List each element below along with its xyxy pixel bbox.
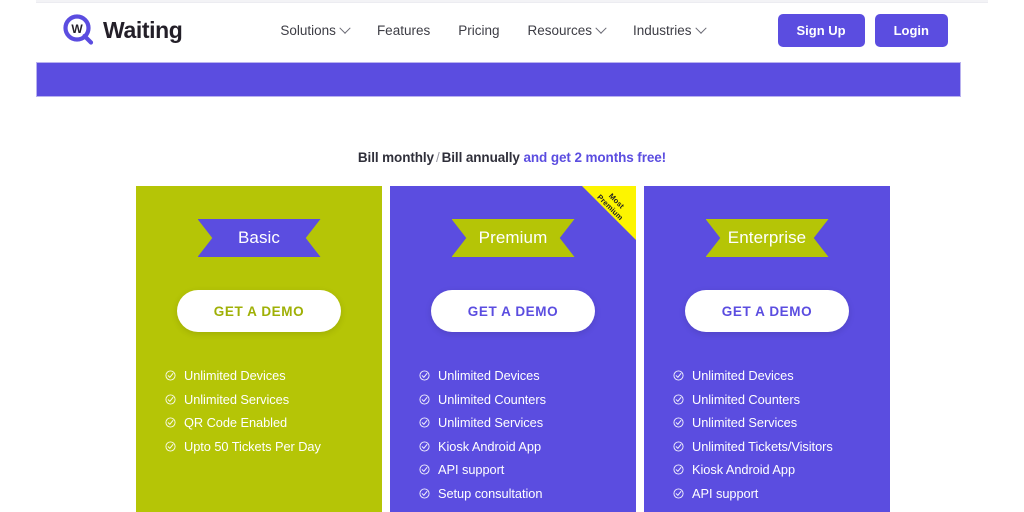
list-item: Upto 50 Tickets Per Day xyxy=(165,435,382,459)
brand-logo[interactable]: W Waiting xyxy=(62,14,183,47)
nav-label-resources: Resources xyxy=(527,23,593,38)
list-item: Unlimited Devices xyxy=(673,364,890,388)
list-item: API support xyxy=(673,482,890,506)
list-item: Kiosk Android App xyxy=(419,435,636,459)
check-circle-icon xyxy=(673,417,684,428)
check-circle-icon xyxy=(419,488,430,499)
badge-text-line1: Most xyxy=(607,191,627,211)
nav-item-resources[interactable]: Resources xyxy=(527,22,607,38)
plan-name-basic: Basic xyxy=(197,219,321,257)
feature-label: Unlimited Devices xyxy=(692,368,794,384)
nav-item-solutions[interactable]: Solutions xyxy=(280,22,351,38)
check-circle-icon xyxy=(165,370,176,381)
list-item: Unlimited Services xyxy=(165,388,382,412)
sign-up-button[interactable]: Sign Up xyxy=(777,14,865,47)
bill-monthly-option[interactable]: Bill monthly xyxy=(358,150,434,165)
plan-ribbon-wrap-basic: Basic xyxy=(136,219,382,257)
nav-label-industries: Industries xyxy=(633,23,692,38)
plan-ribbon-wrap-enterprise: Enterprise xyxy=(644,219,890,257)
list-item: Unlimited Counters xyxy=(419,388,636,412)
list-item: QR Code Enabled xyxy=(165,411,382,435)
billing-separator: / xyxy=(435,150,440,165)
list-item: Kiosk Android App xyxy=(673,458,890,482)
list-item: Unlimited Devices xyxy=(419,364,636,388)
feature-label: Unlimited Services xyxy=(184,391,290,407)
pricing-card-premium: Most Premium Premium GET A DEMO Unlimite… xyxy=(390,186,636,512)
check-circle-icon xyxy=(673,464,684,475)
feature-label: Unlimited Devices xyxy=(184,368,286,384)
login-button[interactable]: Login xyxy=(874,14,948,47)
bill-annually-option[interactable]: Bill annually xyxy=(442,150,520,165)
chevron-down-icon xyxy=(694,22,707,34)
site-header: W Waiting Solutions Features Pricing Res… xyxy=(36,4,988,57)
chevron-down-icon xyxy=(339,22,351,34)
check-circle-icon xyxy=(419,417,430,428)
list-item: Unlimited Tickets/Visitors xyxy=(673,435,890,459)
plan-name-premium: Premium xyxy=(451,219,575,257)
brand-name: Waiting xyxy=(103,17,183,43)
list-item: Unlimited Counters xyxy=(673,388,890,412)
feature-label: Unlimited Tickets/Visitors xyxy=(692,438,833,454)
auth-button-group: Sign Up Login xyxy=(777,14,948,47)
feature-label: Unlimited Services xyxy=(438,415,544,431)
check-circle-icon xyxy=(419,441,430,452)
check-circle-icon xyxy=(419,370,430,381)
pricing-page: W Waiting Solutions Features Pricing Res… xyxy=(0,0,1024,512)
svg-text:W: W xyxy=(71,22,83,36)
magnifier-w-icon: W xyxy=(62,14,95,47)
nav-item-pricing[interactable]: Pricing xyxy=(458,23,499,38)
check-circle-icon xyxy=(419,394,430,405)
feature-label: Unlimited Devices xyxy=(438,368,540,384)
feature-label: Kiosk Android App xyxy=(692,462,796,478)
nav-label-solutions: Solutions xyxy=(280,23,336,38)
plan-name-enterprise: Enterprise xyxy=(705,219,829,257)
feature-label: Kiosk Android App xyxy=(438,438,542,454)
pricing-card-enterprise: Enterprise GET A DEMO Unlimited Devices xyxy=(644,186,890,512)
check-circle-icon xyxy=(673,441,684,452)
list-item: Unlimited Devices xyxy=(165,364,382,388)
feature-list-basic: Unlimited Devices Unlimited Services QR … xyxy=(136,364,382,458)
list-item: API support xyxy=(419,458,636,482)
billing-promo-text: and get 2 months free! xyxy=(523,150,667,165)
cta-wrap-enterprise: GET A DEMO xyxy=(644,290,890,332)
main-navigation: Solutions Features Pricing Resources Ind… xyxy=(280,22,707,38)
feature-label: API support xyxy=(438,462,505,478)
check-circle-icon xyxy=(673,394,684,405)
get-a-demo-button-enterprise[interactable]: GET A DEMO xyxy=(685,290,849,332)
feature-label: Unlimited Counters xyxy=(438,391,546,407)
check-circle-icon xyxy=(419,464,430,475)
feature-label: Setup consultation xyxy=(438,485,543,501)
badge-text-line2: Premium xyxy=(595,192,626,222)
get-a-demo-button-basic[interactable]: GET A DEMO xyxy=(177,290,341,332)
list-item: Setup consultation xyxy=(419,482,636,506)
pricing-card-basic: Basic GET A DEMO Unlimited Devices Unlim… xyxy=(136,186,382,512)
feature-list-premium: Unlimited Devices Unlimited Counters Unl… xyxy=(390,364,636,505)
check-circle-icon xyxy=(673,370,684,381)
cta-wrap-premium: GET A DEMO xyxy=(390,290,636,332)
plan-ribbon-wrap-premium: Premium xyxy=(390,219,636,257)
hero-banner xyxy=(36,62,961,97)
chevron-down-icon xyxy=(595,22,607,34)
feature-label: Unlimited Counters xyxy=(692,391,800,407)
check-circle-icon xyxy=(673,488,684,499)
cta-wrap-basic: GET A DEMO xyxy=(136,290,382,332)
check-circle-icon xyxy=(165,394,176,405)
check-circle-icon xyxy=(165,417,176,428)
pricing-card-group: Basic GET A DEMO Unlimited Devices Unlim… xyxy=(136,186,890,512)
nav-label-features: Features xyxy=(376,23,431,38)
nav-item-features[interactable]: Features xyxy=(377,23,430,38)
page-top-divider xyxy=(36,0,988,3)
billing-toggle: Bill monthly / Bill annually and get 2 mon… xyxy=(0,150,1024,165)
list-item: Unlimited Services xyxy=(673,411,890,435)
list-item: Unlimited Services xyxy=(419,411,636,435)
feature-label: QR Code Enabled xyxy=(184,415,288,431)
feature-label: Upto 50 Tickets Per Day xyxy=(184,438,321,454)
get-a-demo-button-premium[interactable]: GET A DEMO xyxy=(431,290,595,332)
nav-label-pricing: Pricing xyxy=(458,23,500,38)
feature-list-enterprise: Unlimited Devices Unlimited Counters Unl… xyxy=(644,364,890,505)
check-circle-icon xyxy=(165,441,176,452)
feature-label: API support xyxy=(692,485,759,501)
feature-label: Unlimited Services xyxy=(692,415,798,431)
nav-item-industries[interactable]: Industries xyxy=(633,22,707,38)
